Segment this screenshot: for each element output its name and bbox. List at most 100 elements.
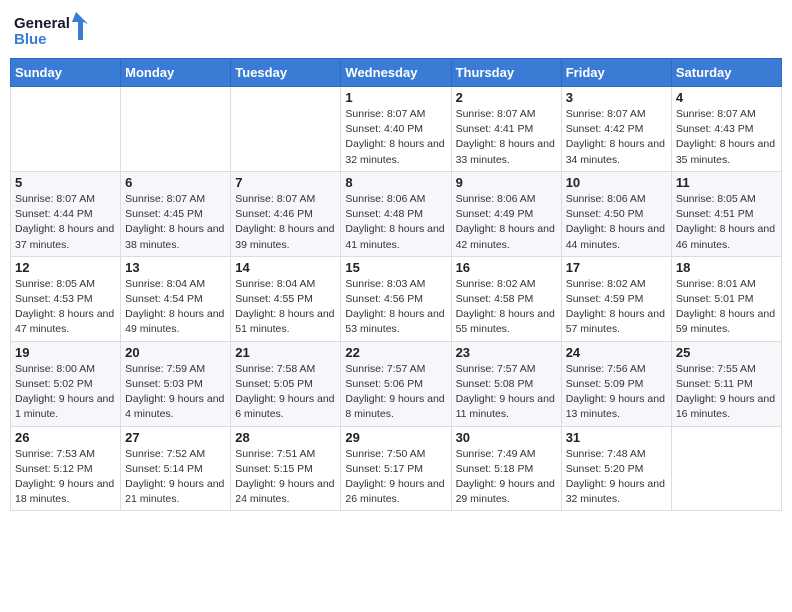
svg-text:Blue: Blue [14,31,47,48]
day-number: 5 [15,175,116,190]
weekday-header-friday: Friday [561,59,671,87]
calendar-cell: 20 Sunrise: 7:59 AMSunset: 5:03 PMDayligh… [121,341,231,426]
calendar-cell: 5Sunrise: 8:07 AMSunset: 4:44 PMDaylight… [11,171,121,256]
calendar-week-2: 5Sunrise: 8:07 AMSunset: 4:44 PMDaylight… [11,171,782,256]
day-number: 6 [125,175,226,190]
logo-svg: GeneralBlue [14,10,94,52]
day-number: 19 [15,345,116,360]
calendar-cell: 19 Sunrise: 8:00 AMSunset: 5:02 PMDayligh… [11,341,121,426]
calendar-cell: 14 Sunrise: 8:04 AMSunset: 4:55 PMDayligh… [231,256,341,341]
calendar-cell: 7Sunrise: 8:07 AMSunset: 4:46 PMDaylight… [231,171,341,256]
calendar-cell: 18 Sunrise: 8:01 AMSunset: 5:01 PMDayligh… [671,256,781,341]
weekday-header-saturday: Saturday [671,59,781,87]
calendar-week-4: 19 Sunrise: 8:00 AMSunset: 5:02 PMDayligh… [11,341,782,426]
calendar-cell: 4 Sunrise: 8:07 AMSunset: 4:43 PMDaylight… [671,87,781,172]
calendar-week-3: 12Sunrise: 8:05 AMSunset: 4:53 PMDayligh… [11,256,782,341]
calendar-table: SundayMondayTuesdayWednesdayThursdayFrid… [10,58,782,511]
day-number: 17 [566,260,667,275]
calendar-cell: 9 Sunrise: 8:06 AMSunset: 4:49 PMDaylight… [451,171,561,256]
day-number: 31 [566,430,667,445]
day-info: Sunrise: 7:56 AMSunset: 5:09 PMDaylight:… [566,362,667,423]
day-info: Sunrise: 8:04 AMSunset: 4:55 PMDaylight:… [235,277,336,338]
weekday-header-sunday: Sunday [11,59,121,87]
day-number: 20 [125,345,226,360]
calendar-cell: 11Sunrise: 8:05 AMSunset: 4:51 PMDayligh… [671,171,781,256]
day-number: 12 [15,260,116,275]
day-number: 26 [15,430,116,445]
calendar-cell [231,87,341,172]
day-info: Sunrise: 8:07 AMSunset: 4:43 PMDaylight:… [676,107,777,168]
weekday-header-monday: Monday [121,59,231,87]
logo: GeneralBlue [14,10,94,52]
svg-text:General: General [14,15,70,32]
calendar-week-1: 1 Sunrise: 8:07 AMSunset: 4:40 PMDaylight… [11,87,782,172]
day-info: Sunrise: 8:00 AMSunset: 5:02 PMDaylight:… [15,362,116,423]
day-number: 10 [566,175,667,190]
day-number: 14 [235,260,336,275]
day-info: Sunrise: 8:02 AMSunset: 4:58 PMDaylight:… [456,277,557,338]
day-info: Sunrise: 8:07 AMSunset: 4:42 PMDaylight:… [566,107,667,168]
calendar-cell [11,87,121,172]
day-info: Sunrise: 8:07 AMSunset: 4:41 PMDaylight:… [456,107,557,168]
calendar-cell: 15 Sunrise: 8:03 AMSunset: 4:56 PMDayligh… [341,256,451,341]
day-info: Sunrise: 7:48 AMSunset: 5:20 PMDaylight:… [566,447,667,508]
day-number: 8 [345,175,446,190]
calendar-cell [121,87,231,172]
calendar-cell: 2Sunrise: 8:07 AMSunset: 4:41 PMDaylight… [451,87,561,172]
day-info: Sunrise: 8:07 AMSunset: 4:45 PMDaylight:… [125,192,226,253]
day-info: Sunrise: 8:01 AMSunset: 5:01 PMDaylight:… [676,277,777,338]
calendar-cell: 26 Sunrise: 7:53 AMSunset: 5:12 PMDayligh… [11,426,121,511]
day-number: 1 [345,90,446,105]
calendar-cell: 25 Sunrise: 7:55 AMSunset: 5:11 PMDayligh… [671,341,781,426]
day-number: 4 [676,90,777,105]
day-info: Sunrise: 7:59 AMSunset: 5:03 PMDaylight:… [125,362,226,423]
day-number: 23 [456,345,557,360]
day-info: Sunrise: 7:50 AMSunset: 5:17 PMDaylight:… [345,447,446,508]
day-info: Sunrise: 8:06 AMSunset: 4:48 PMDaylight:… [345,192,446,253]
day-number: 15 [345,260,446,275]
day-info: Sunrise: 7:52 AMSunset: 5:14 PMDaylight:… [125,447,226,508]
day-info: Sunrise: 7:58 AMSunset: 5:05 PMDaylight:… [235,362,336,423]
day-number: 27 [125,430,226,445]
calendar-cell: 28Sunrise: 7:51 AMSunset: 5:15 PMDayligh… [231,426,341,511]
day-info: Sunrise: 7:57 AMSunset: 5:08 PMDaylight:… [456,362,557,423]
day-number: 11 [676,175,777,190]
day-number: 7 [235,175,336,190]
day-info: Sunrise: 8:07 AMSunset: 4:40 PMDaylight:… [345,107,446,168]
day-info: Sunrise: 7:53 AMSunset: 5:12 PMDaylight:… [15,447,116,508]
calendar-cell: 27 Sunrise: 7:52 AMSunset: 5:14 PMDayligh… [121,426,231,511]
day-number: 25 [676,345,777,360]
calendar-cell: 24 Sunrise: 7:56 AMSunset: 5:09 PMDayligh… [561,341,671,426]
calendar-cell: 22 Sunrise: 7:57 AMSunset: 5:06 PMDayligh… [341,341,451,426]
calendar-cell: 13Sunrise: 8:04 AMSunset: 4:54 PMDayligh… [121,256,231,341]
day-number: 9 [456,175,557,190]
calendar-cell: 17 Sunrise: 8:02 AMSunset: 4:59 PMDayligh… [561,256,671,341]
day-number: 21 [235,345,336,360]
calendar-cell: 16Sunrise: 8:02 AMSunset: 4:58 PMDayligh… [451,256,561,341]
day-number: 22 [345,345,446,360]
day-number: 24 [566,345,667,360]
calendar-cell: 31 Sunrise: 7:48 AMSunset: 5:20 PMDayligh… [561,426,671,511]
day-info: Sunrise: 8:03 AMSunset: 4:56 PMDaylight:… [345,277,446,338]
day-info: Sunrise: 8:06 AMSunset: 4:49 PMDaylight:… [456,192,557,253]
calendar-cell: 1 Sunrise: 8:07 AMSunset: 4:40 PMDaylight… [341,87,451,172]
day-number: 30 [456,430,557,445]
day-info: Sunrise: 7:49 AMSunset: 5:18 PMDaylight:… [456,447,557,508]
calendar-cell: 10 Sunrise: 8:06 AMSunset: 4:50 PMDayligh… [561,171,671,256]
day-info: Sunrise: 7:57 AMSunset: 5:06 PMDaylight:… [345,362,446,423]
day-info: Sunrise: 8:02 AMSunset: 4:59 PMDaylight:… [566,277,667,338]
page-header: GeneralBlue [10,10,782,52]
calendar-cell: 8 Sunrise: 8:06 AMSunset: 4:48 PMDaylight… [341,171,451,256]
weekday-header-wednesday: Wednesday [341,59,451,87]
day-info: Sunrise: 8:06 AMSunset: 4:50 PMDaylight:… [566,192,667,253]
day-number: 18 [676,260,777,275]
weekday-header-row: SundayMondayTuesdayWednesdayThursdayFrid… [11,59,782,87]
calendar-cell: 29 Sunrise: 7:50 AMSunset: 5:17 PMDayligh… [341,426,451,511]
day-number: 28 [235,430,336,445]
day-number: 29 [345,430,446,445]
calendar-week-5: 26 Sunrise: 7:53 AMSunset: 5:12 PMDayligh… [11,426,782,511]
calendar-cell: 21 Sunrise: 7:58 AMSunset: 5:05 PMDayligh… [231,341,341,426]
day-number: 13 [125,260,226,275]
day-info: Sunrise: 7:55 AMSunset: 5:11 PMDaylight:… [676,362,777,423]
calendar-cell [671,426,781,511]
